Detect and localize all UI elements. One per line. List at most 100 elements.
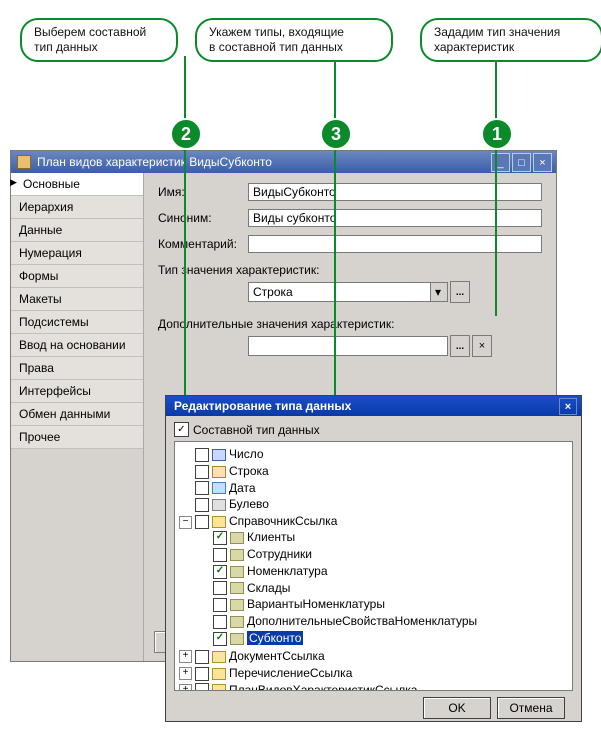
- sidebar-item-input[interactable]: Ввод на основании: [11, 334, 143, 357]
- tree-item-planref[interactable]: +ПланВидовХарактеристикСсылка: [179, 682, 570, 691]
- label-name: Имя:: [158, 185, 248, 199]
- composite-checkbox[interactable]: ✓: [174, 422, 189, 437]
- checkbox-icon[interactable]: [195, 481, 209, 495]
- sidebar-item-other[interactable]: Прочее: [11, 426, 143, 449]
- label-comment: Комментарий:: [158, 237, 248, 251]
- main-title: План видов характеристик ВидыСубконто: [37, 155, 272, 169]
- name-input[interactable]: [248, 183, 542, 201]
- composite-label: Составной тип данных: [193, 423, 320, 437]
- tree-item-subkonto[interactable]: Субконто: [197, 630, 570, 647]
- folder-icon: [212, 668, 226, 680]
- tree-item-warehouses[interactable]: Склады: [197, 580, 570, 597]
- close-button[interactable]: ×: [533, 153, 552, 172]
- ref-icon: [230, 582, 244, 594]
- folder-icon: [212, 684, 226, 691]
- ref-icon: [230, 566, 244, 578]
- sidebar-item-exchange[interactable]: Обмен данными: [11, 403, 143, 426]
- tree-item-nomenclature[interactable]: Номенклатура: [197, 563, 570, 580]
- folder-icon: [212, 651, 226, 663]
- window-icon: [17, 155, 31, 169]
- ref-icon: [230, 532, 244, 544]
- tree-item-number[interactable]: Число: [179, 446, 570, 463]
- sidebar-item-numbering[interactable]: Нумерация: [11, 242, 143, 265]
- checkbox-icon[interactable]: [195, 465, 209, 479]
- checkbox-icon[interactable]: [213, 632, 227, 646]
- number-icon: [212, 449, 226, 461]
- checkbox-icon[interactable]: [213, 581, 227, 595]
- sidebar-item-subsystems[interactable]: Подсистемы: [11, 311, 143, 334]
- type-editor-dialog: Редактирование типа данных × ✓ Составной…: [165, 395, 582, 722]
- checkbox-icon[interactable]: [213, 548, 227, 562]
- sidebar-item-rights[interactable]: Права: [11, 357, 143, 380]
- type-tree[interactable]: Число Строка Дата Булево −СправочникСсыл…: [174, 441, 573, 691]
- main-titlebar[interactable]: План видов характеристик ВидыСубконто _ …: [11, 151, 556, 173]
- ref-icon: [230, 633, 244, 645]
- checkbox-icon[interactable]: [195, 683, 209, 691]
- bool-icon: [212, 499, 226, 511]
- tree-item-extra-props[interactable]: ДополнительныеСвойстваНоменклатуры: [197, 613, 570, 630]
- checkbox-icon[interactable]: [213, 531, 227, 545]
- checkbox-icon[interactable]: [213, 565, 227, 579]
- callout-2-text: Выберем составнойтип данных: [34, 25, 146, 54]
- sidebar: Основные Иерархия Данные Нумерация Формы…: [11, 173, 144, 661]
- synonym-input[interactable]: [248, 209, 542, 227]
- folder-icon: [212, 516, 226, 528]
- valtype-value: Строка: [249, 285, 430, 299]
- step-2-badge: 2: [170, 118, 202, 150]
- ref-icon: [230, 549, 244, 561]
- tree-item-string[interactable]: Строка: [179, 463, 570, 480]
- label-extra: Дополнительные значения характеристик:: [158, 317, 542, 331]
- tree-item-employees[interactable]: Сотрудники: [197, 546, 570, 563]
- string-icon: [212, 466, 226, 478]
- maximize-button[interactable]: □: [512, 153, 531, 172]
- ref-icon: [230, 599, 244, 611]
- callout-3: Укажем типы, входящиев составной тип дан…: [195, 18, 393, 62]
- callout-1-text: Зададим тип значенияхарактеристик: [434, 25, 560, 54]
- sidebar-item-interfaces[interactable]: Интерфейсы: [11, 380, 143, 403]
- comment-input[interactable]: [248, 235, 542, 253]
- callout-2: Выберем составнойтип данных: [20, 18, 178, 62]
- valtype-dropdown-icon[interactable]: ▾: [430, 283, 447, 301]
- date-icon: [212, 482, 226, 494]
- sidebar-item-data[interactable]: Данные: [11, 219, 143, 242]
- label-synonym: Синоним:: [158, 211, 248, 225]
- tree-item-bool[interactable]: Булево: [179, 496, 570, 513]
- callout-3-text: Укажем типы, входящиев составной тип дан…: [209, 25, 344, 54]
- dialog-titlebar[interactable]: Редактирование типа данных ×: [166, 396, 581, 416]
- tree-item-clients[interactable]: Клиенты: [197, 529, 570, 546]
- tree-item-docref[interactable]: +ДокументСсылка: [179, 648, 570, 665]
- extra-combo[interactable]: [248, 336, 448, 356]
- tree-item-variants[interactable]: ВариантыНоменклатуры: [197, 596, 570, 613]
- step-3-badge: 3: [320, 118, 352, 150]
- valtype-ellipsis-button[interactable]: ...: [450, 281, 470, 303]
- extra-ellipsis-button[interactable]: ...: [450, 335, 470, 357]
- label-valtype: Тип значения характеристик:: [158, 263, 542, 277]
- checkbox-icon[interactable]: [195, 667, 209, 681]
- sidebar-item-forms[interactable]: Формы: [11, 265, 143, 288]
- cancel-button[interactable]: Отмена: [497, 697, 565, 719]
- checkbox-icon[interactable]: [213, 615, 227, 629]
- checkbox-icon[interactable]: [213, 598, 227, 612]
- checkbox-icon[interactable]: [195, 498, 209, 512]
- checkbox-icon[interactable]: [195, 448, 209, 462]
- expander-icon[interactable]: +: [179, 684, 192, 691]
- expander-icon[interactable]: +: [179, 650, 192, 663]
- checkbox-icon[interactable]: [195, 515, 209, 529]
- tree-item-date[interactable]: Дата: [179, 480, 570, 497]
- sidebar-item-main[interactable]: Основные: [11, 173, 143, 196]
- dialog-title: Редактирование типа данных: [174, 399, 351, 413]
- extra-clear-button[interactable]: ×: [472, 335, 492, 357]
- expander-icon[interactable]: −: [179, 516, 192, 529]
- ref-icon: [230, 616, 244, 628]
- ok-button[interactable]: OK: [423, 697, 491, 719]
- minimize-button[interactable]: _: [491, 153, 510, 172]
- expander-icon[interactable]: +: [179, 667, 192, 680]
- checkbox-icon[interactable]: [195, 650, 209, 664]
- tree-item-catalogref[interactable]: −СправочникСсылка Клиенты Сотрудники Ном…: [179, 513, 570, 648]
- tree-item-enumref[interactable]: +ПеречислениеСсылка: [179, 665, 570, 682]
- dialog-close-button[interactable]: ×: [559, 398, 577, 415]
- sidebar-item-templates[interactable]: Макеты: [11, 288, 143, 311]
- sidebar-item-hierarchy[interactable]: Иерархия: [11, 196, 143, 219]
- step-1-badge: 1: [481, 118, 513, 150]
- valtype-combo[interactable]: Строка ▾: [248, 282, 448, 302]
